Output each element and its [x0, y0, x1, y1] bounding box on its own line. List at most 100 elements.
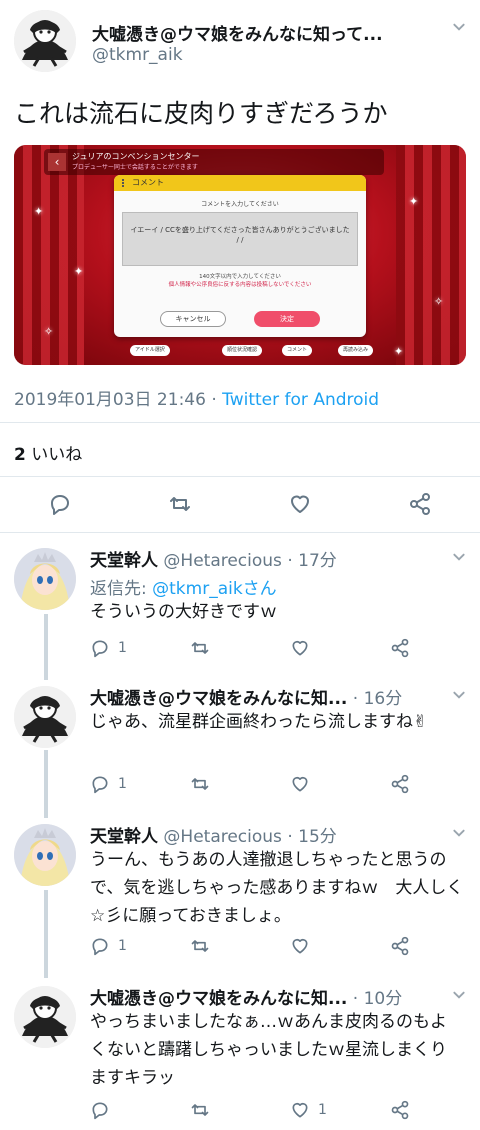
reply-to: 返信先: @tkmr_aikさん — [90, 574, 277, 599]
divider — [0, 532, 480, 533]
retweet-icon[interactable] — [190, 774, 210, 794]
display-name[interactable]: 大嘘憑き@ウマ娘をみんなに知... — [90, 989, 347, 1009]
reply-time: · 17分 — [281, 551, 337, 571]
heart-icon[interactable] — [288, 492, 312, 516]
retweet-icon[interactable] — [190, 638, 210, 658]
sparkle-icon: ✦ — [34, 205, 44, 218]
reply-time: · 16分 — [347, 689, 403, 709]
reply-header: 天堂幹人 @Hetarecious · 17分 — [90, 546, 337, 571]
curtain-decoration — [396, 145, 466, 365]
back-arrow-icon: ‹ — [48, 153, 66, 171]
game-screen-title: ジュリアのコンベンションセンター — [72, 152, 200, 161]
sparkle-icon: ✦ — [394, 345, 404, 358]
reply-header: 大嘘憑き@ウマ娘をみんなに知... · 16分 — [90, 684, 402, 709]
reply-time: · 10分 — [347, 989, 403, 1009]
reply-count: 1 — [118, 640, 127, 656]
reply-to-user-link[interactable]: @tkmr_aikさん — [152, 579, 277, 599]
display-name[interactable]: 天堂幹人 — [90, 827, 158, 847]
meta-separator: · — [205, 390, 223, 410]
reply-to-label: 返信先: — [90, 579, 153, 599]
game-bottom-bar: アイドル選択 順位状況確認 コメント 再読み込み — [102, 343, 382, 359]
game-header: ‹ ジュリアのコンベンションセンター プロデューサー同士で会話することができます — [44, 149, 384, 175]
display-name[interactable]: 天堂幹人 — [90, 551, 158, 571]
thread-line — [44, 890, 48, 978]
like-label: いいね — [25, 445, 83, 465]
dialog-comment-text: イエーイ / CCを盛り上げてくださった皆さんありがとうございました / / — [122, 212, 358, 266]
avatar[interactable] — [14, 10, 76, 72]
avatar-image — [14, 548, 76, 610]
chevron-down-icon[interactable] — [452, 988, 466, 1006]
share-icon[interactable] — [390, 774, 410, 794]
reply-icon[interactable]: 1 — [90, 936, 127, 956]
heart-icon[interactable] — [290, 936, 310, 956]
heart-icon[interactable]: 1 — [290, 1100, 327, 1120]
dialog-char-limit: 140文字以内で入力してください — [199, 274, 281, 280]
reply-header: 天堂幹人 @Hetarecious · 15分 — [90, 822, 337, 847]
avatar-image — [14, 986, 76, 1048]
chevron-down-icon[interactable] — [452, 550, 466, 568]
avatar[interactable] — [14, 686, 76, 748]
dialog-prompt: コメントを入力してください — [201, 201, 279, 208]
share-icon[interactable] — [408, 492, 432, 516]
tweet-timestamp: 2019年01月03日 21:46 — [14, 390, 206, 410]
reply-text: そういうの大好きですｗ — [90, 602, 277, 622]
reply-text: うーん、もうあの人達撤退しちゃったと思うので、気を逃しちゃった感ありますねｗ 大… — [90, 850, 464, 926]
heart-icon[interactable] — [290, 774, 310, 794]
like-count: 2 — [14, 445, 26, 465]
sparkle-icon: ✧ — [434, 295, 444, 308]
chevron-down-icon[interactable] — [452, 688, 466, 706]
retweet-icon[interactable] — [190, 1100, 210, 1120]
reply-icon[interactable] — [90, 1100, 118, 1120]
heart-icon[interactable] — [290, 638, 310, 658]
user-handle[interactable]: @tkmr_aik — [92, 45, 183, 65]
avatar-image — [14, 824, 76, 886]
divider — [0, 422, 480, 423]
avatar-image — [14, 10, 76, 72]
game-screen-subtitle: プロデューサー同士で会話することができます — [72, 164, 198, 171]
tweet-text: これは流石に皮肉りすぎだろうか — [14, 99, 388, 128]
game-bottom-item: 順位状況確認 — [222, 345, 263, 356]
game-bottom-item: アイドル選択 — [130, 345, 170, 356]
sparkle-icon: ✦ — [74, 265, 84, 278]
avatar[interactable] — [14, 548, 76, 610]
display-name[interactable]: 大嘘憑き@ウマ娘をみんなに知... — [90, 689, 347, 709]
avatar[interactable] — [14, 824, 76, 886]
retweet-icon[interactable] — [190, 936, 210, 956]
share-icon[interactable] — [390, 1100, 410, 1120]
reply-count: 1 — [118, 938, 127, 954]
dialog-warning: 個人情報や公序良俗に反する内容は投稿しないでください — [168, 282, 312, 288]
game-bottom-item: コメント — [282, 345, 313, 356]
tweet-source-link[interactable]: Twitter for Android — [222, 390, 379, 410]
reply-icon[interactable]: 1 — [90, 638, 127, 658]
share-icon[interactable] — [390, 638, 410, 658]
thread-line — [44, 614, 48, 680]
reply-time: · 15分 — [281, 827, 337, 847]
like-count-summary[interactable]: 2 いいね — [14, 440, 82, 465]
dialog-cancel-button: キャンセル — [160, 311, 226, 327]
user-handle[interactable]: @Hetarecious — [163, 827, 282, 847]
tweet-meta: 2019年01月03日 21:46 · Twitter for Android — [14, 385, 379, 410]
reply-header: 大嘘憑き@ウマ娘をみんなに知... · 10分 — [90, 984, 402, 1009]
game-bottom-item: 再読み込み — [338, 345, 374, 356]
dialog-title: コメント — [114, 175, 366, 191]
thread-line — [44, 750, 48, 818]
like-count: 1 — [318, 1102, 327, 1118]
reply-icon[interactable]: 1 — [90, 774, 127, 794]
tweet-media-image[interactable]: ✦ ✦ ✧ ✦ ✧ ✦ ‹ ジュリアのコンベンションセンター プロデューサー同士… — [14, 145, 466, 365]
display-name[interactable]: 大嘘憑き@ウマ娘をみんなに知って... — [92, 20, 383, 45]
chevron-down-icon[interactable] — [452, 826, 466, 844]
avatar[interactable] — [14, 986, 76, 1048]
avatar-image — [14, 686, 76, 748]
sparkle-icon: ✦ — [409, 195, 419, 208]
retweet-icon[interactable] — [168, 492, 192, 516]
reply-count: 1 — [118, 776, 127, 792]
dialog-ok-button: 決定 — [254, 311, 320, 327]
divider — [0, 476, 480, 477]
user-handle[interactable]: @Hetarecious — [163, 551, 282, 571]
reply-text: やっちまいましたなぁ…ｗあんま皮肉るのもよくないと躊躇しちゃっいましたｗ星流しま… — [90, 1012, 447, 1088]
reply-icon[interactable] — [48, 492, 72, 516]
sparkle-icon: ✧ — [44, 325, 54, 338]
chevron-down-icon[interactable] — [452, 20, 466, 38]
comment-dialog: コメント コメントを入力してください イエーイ / CCを盛り上げてくださった皆… — [114, 175, 366, 337]
share-icon[interactable] — [390, 936, 410, 956]
